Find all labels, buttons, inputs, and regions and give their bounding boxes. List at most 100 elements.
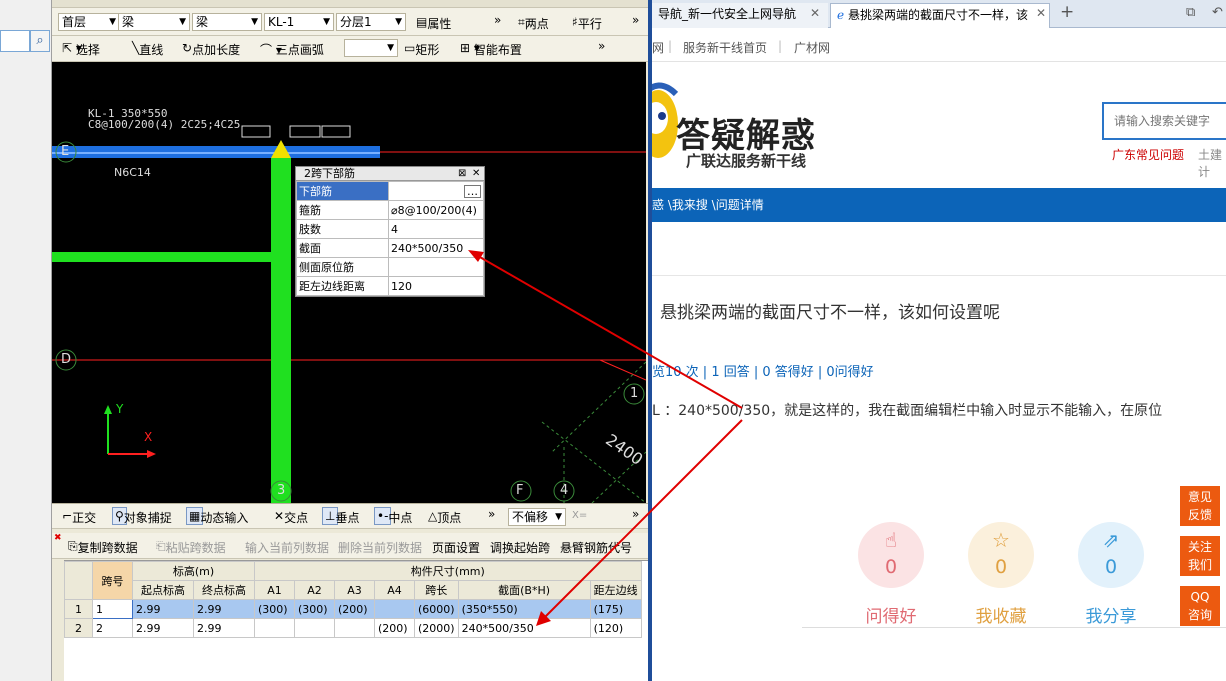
type1-select[interactable]: 梁 ▼	[118, 13, 190, 31]
properties-button[interactable]: ▤ 属性	[416, 15, 451, 31]
copy-span-button[interactable]: ⎘ 复制跨数据	[68, 539, 138, 555]
cell-a2[interactable]	[294, 618, 335, 638]
table-row[interactable]: 2 2 2.99 2.99 (200) (2000) 240*500/350 (…	[64, 618, 642, 638]
popup-value[interactable]: …	[388, 181, 484, 201]
cell-span-length[interactable]: (2000)	[414, 618, 459, 638]
cell-start-elev[interactable]: 2.99	[132, 618, 194, 638]
popup-value[interactable]	[388, 257, 484, 277]
collapse-icon[interactable]: ⊠	[458, 167, 466, 180]
favorite-label[interactable]: 我收藏	[956, 602, 1046, 627]
cell-start-elev[interactable]: 2.99	[132, 599, 194, 619]
type2-select[interactable]: 梁 ▼	[192, 13, 262, 31]
close-icon[interactable]: ✕	[810, 6, 820, 20]
close-icon[interactable]: ✕	[472, 167, 480, 180]
hot-link[interactable]: 土建计	[1198, 146, 1226, 180]
popup-row[interactable]: 箍筋 ⌀8@100/200(4)	[296, 200, 484, 220]
link-service-home[interactable]: 服务新干线首页	[683, 39, 767, 56]
popup-value[interactable]: 240*500/350	[388, 238, 484, 258]
input-column-button[interactable]: 输入当前列数据	[245, 539, 329, 556]
span-property-popup[interactable]: 2跨下部筋 ⊠ ✕ 下部筋 … 箍筋 ⌀8@100/200(4) 肢数 4 截面 240…	[295, 166, 485, 297]
link-material-net[interactable]: 广材网	[794, 39, 830, 56]
popup-row[interactable]: 侧面原位筋	[296, 257, 484, 277]
cell-end-elev[interactable]: 2.99	[193, 618, 255, 638]
cell-a1[interactable]	[254, 618, 295, 638]
more-icon[interactable]: »	[488, 507, 495, 521]
component-select[interactable]: KL-1 ▼	[264, 13, 334, 31]
share-label[interactable]: 我分享	[1066, 602, 1156, 627]
adjust-start-span-button[interactable]: 调换起始跨	[490, 539, 550, 556]
new-tab-button[interactable]: +	[1060, 2, 1074, 22]
panel-close-icon[interactable]: ✖	[54, 533, 62, 543]
favorite-button[interactable]: ☆ 0	[968, 522, 1034, 588]
more-icon[interactable]: »	[494, 13, 501, 27]
popup-row[interactable]: 距左边线距离 120	[296, 276, 484, 296]
good-question-label[interactable]: 问得好	[846, 602, 936, 627]
popup-value[interactable]: 120	[388, 276, 484, 296]
close-icon[interactable]: ✕	[1036, 6, 1046, 20]
intersection-toggle[interactable]: ✕ 交点	[274, 509, 308, 525]
offset-select[interactable]: 不偏移 ▼	[508, 508, 566, 526]
feedback-button[interactable]: 意见 反馈	[1180, 486, 1220, 526]
toolbar1-overflow-icon[interactable]: »	[632, 13, 639, 27]
left-search-input[interactable]	[0, 30, 30, 52]
cell-section[interactable]: 240*500/350	[457, 618, 591, 638]
arc-button[interactable]: ⌒ 三点画弧 ▾	[260, 41, 324, 58]
two-points-button[interactable]: ⌗ 两点	[518, 15, 549, 31]
cell-end-elev[interactable]: 2.99	[193, 599, 255, 619]
cell-a1[interactable]: (300)	[254, 599, 295, 619]
tab-navigation[interactable]: 导航_新一代安全上网导航	[652, 3, 828, 28]
object-snap-toggle[interactable]: ⚲ 对象捕捉	[112, 507, 172, 525]
ellipsis-button[interactable]: …	[464, 184, 481, 198]
restore-icon[interactable]: ⧉	[1186, 5, 1195, 20]
cell-left-distance[interactable]: (175)	[589, 599, 642, 619]
span-data-grid[interactable]: 跨号 标高(m) 构件尺寸(mm) 起点标高 终点标高 A1 A2 A3 A4 …	[64, 560, 648, 681]
cell-a2[interactable]: (300)	[294, 599, 335, 619]
cell-span-length[interactable]: (6000)	[414, 599, 459, 619]
cell-a3[interactable]: (200)	[334, 599, 375, 619]
tab-question[interactable]: ℯ 悬挑梁两端的截面尺寸不一样，该	[830, 3, 1050, 28]
layer-select[interactable]: 分层1 ▼	[336, 13, 406, 31]
select-button[interactable]: ⇱ 选择 ▾	[62, 41, 100, 57]
smart-layout-button[interactable]: ⊞ 智能布置 ▾	[460, 41, 522, 57]
share-button[interactable]: ⇗ 0	[1078, 522, 1144, 588]
point-length-button[interactable]: ↻ 点加长度	[182, 41, 240, 57]
line-button[interactable]: ╲ 直线	[132, 41, 163, 57]
qq-consult-button[interactable]: QQ 咨询	[1180, 586, 1220, 626]
good-question-button[interactable]: ☝ 0	[858, 522, 924, 588]
popup-row[interactable]: 肢数 4	[296, 219, 484, 239]
breadcrumb-text[interactable]: 惑 \我来搜 \问题详情	[652, 198, 764, 212]
arc-option-select[interactable]: ▼	[344, 39, 398, 57]
vertex-toggle[interactable]: △ 顶点	[428, 509, 461, 525]
popup-row[interactable]: 下部筋…	[296, 181, 484, 201]
popup-row[interactable]: 截面 240*500/350	[296, 238, 484, 258]
hot-link[interactable]: 广东常见问题	[1112, 146, 1184, 163]
parallel-button[interactable]: ♯ 平行	[572, 15, 602, 31]
ortho-toggle[interactable]: ⌐ 正交	[62, 509, 96, 525]
more-icon[interactable]: »	[598, 39, 605, 53]
cell-span[interactable]: 2	[92, 618, 133, 638]
paste-span-button[interactable]: ⎗ 粘贴跨数据	[156, 539, 226, 555]
midpoint-toggle[interactable]: •- 中点	[374, 507, 412, 525]
delete-column-button[interactable]: 删除当前列数据	[338, 539, 422, 556]
search-icon[interactable]: ⌕	[30, 30, 50, 52]
snapbar-overflow-icon[interactable]: »	[632, 507, 639, 521]
cell-section[interactable]: (350*550)	[457, 599, 591, 619]
link-home-partial[interactable]: 网	[652, 39, 664, 56]
cell-a3[interactable]	[334, 618, 375, 638]
rect-button[interactable]: ▭ 矩形	[404, 41, 439, 57]
cell-span[interactable]: 1	[92, 599, 133, 619]
popup-value[interactable]: 4	[388, 219, 484, 239]
cantilever-code-button[interactable]: 悬臂钢筋代号	[560, 539, 632, 556]
floor-select[interactable]: 首层 ▼	[58, 13, 120, 31]
follow-us-button[interactable]: 关注 我们	[1180, 536, 1220, 576]
popup-value[interactable]: ⌀8@100/200(4)	[388, 200, 484, 220]
perpendicular-toggle[interactable]: ⊥ 垂点	[322, 507, 359, 525]
cell-a4[interactable]: (200)	[374, 618, 415, 638]
table-row[interactable]: 1 1 2.99 2.99 (300) (300) (200) (6000) (…	[64, 599, 642, 619]
page-setup-button[interactable]: 页面设置	[432, 539, 480, 556]
site-search-input[interactable]	[1102, 102, 1226, 140]
cell-left-distance[interactable]: (120)	[589, 618, 642, 638]
dynamic-input-toggle[interactable]: ▦ 动态输入	[186, 507, 248, 525]
undo-icon[interactable]: ↶	[1212, 5, 1223, 20]
cell-a4[interactable]	[374, 599, 415, 619]
